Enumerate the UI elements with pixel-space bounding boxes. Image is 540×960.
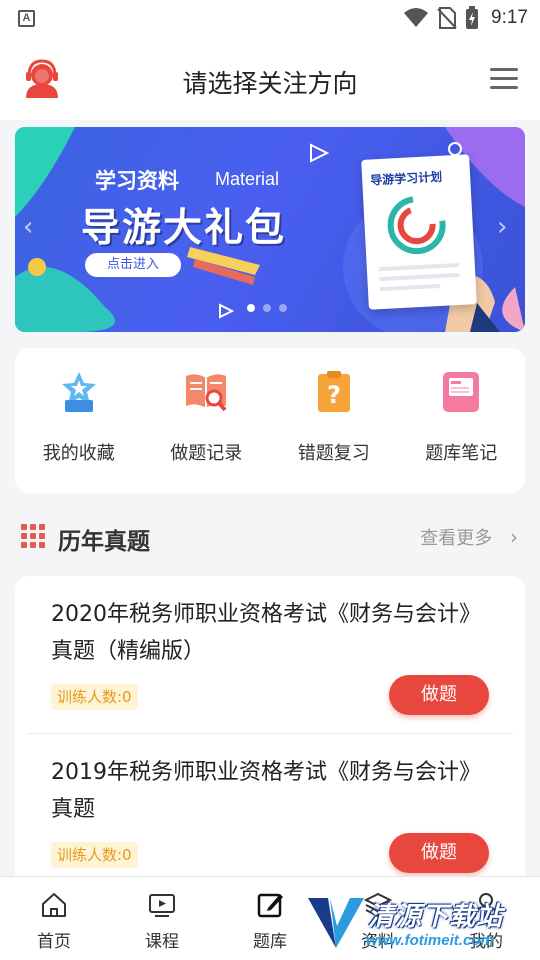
banner-dot[interactable] <box>279 304 287 312</box>
status-bar: A 9:17 <box>0 0 540 36</box>
video-icon <box>149 894 175 917</box>
watermark-url: www.fotimeit.com <box>366 932 494 949</box>
no-sim-icon <box>437 7 457 29</box>
practice-button[interactable]: 做题 <box>389 675 489 715</box>
banner-document-illustration: 导游学习计划 <box>361 154 477 310</box>
battery-charging-icon <box>466 6 479 29</box>
app-notification-icon: A <box>18 10 35 27</box>
tool-mistake-review[interactable]: ? 错题复习 <box>270 348 398 493</box>
view-more-link[interactable]: 查看更多 › <box>420 524 518 550</box>
svg-text:?: ? <box>327 381 341 409</box>
watermark-v-icon <box>308 898 364 948</box>
tool-practice-record[interactable]: 做题记录 <box>143 348 271 493</box>
tool-label: 我的收藏 <box>42 443 115 464</box>
watermark-logo: 清源下载站 www.fotimeit.com <box>306 886 516 958</box>
grid-icon <box>21 524 45 548</box>
tool-label: 错题复习 <box>297 443 370 464</box>
tool-label: 题库笔记 <box>425 443 498 464</box>
edit-icon <box>257 893 283 918</box>
section-header: 历年真题 查看更多 › <box>0 512 540 560</box>
book-search-icon <box>186 374 227 412</box>
question-clipboard-icon: ? <box>317 371 350 412</box>
chevron-right-icon: › <box>510 525 518 549</box>
wifi-icon <box>404 8 429 27</box>
tool-label: 做题记录 <box>170 443 243 464</box>
training-count-badge: 训练人数:0 <box>51 842 138 868</box>
banner-headline: 导游大礼包 <box>81 206 287 251</box>
nav-label: 课程 <box>145 932 179 952</box>
section-title: 历年真题 <box>58 529 150 555</box>
nav-label: 首页 <box>37 932 71 952</box>
banner-pagination <box>247 304 287 312</box>
doc-logo-icon <box>378 196 460 292</box>
status-icons: 9:17 <box>403 6 528 30</box>
watermark-text: 清源下载站 <box>368 902 504 932</box>
nav-item-home[interactable]: 首页 <box>0 877 108 960</box>
paper-title: 2019年税务师职业资格考试《财务与会计》真题 <box>51 760 481 822</box>
notebook-icon <box>443 372 480 412</box>
paper-title: 2020年税务师职业资格考试《财务与会计》真题（精编版） <box>51 602 481 664</box>
banner-next-arrow-icon[interactable]: › <box>497 212 517 242</box>
tool-favorites[interactable]: 我的收藏 <box>15 348 143 493</box>
practice-button[interactable]: 做题 <box>389 833 489 873</box>
promo-banner[interactable]: 学习资料 Material 导游大礼包 点击进入 导游学习计划 ‹ › <box>15 127 525 332</box>
menu-icon[interactable] <box>490 68 518 90</box>
banner-dot[interactable] <box>263 304 271 312</box>
view-more-label: 查看更多 <box>420 528 493 549</box>
paper-list: 2020年税务师职业资格考试《财务与会计》真题（精编版） 训练人数:0 做题 2… <box>15 576 525 896</box>
clock: 9:17 <box>491 7 528 28</box>
home-icon <box>42 893 66 917</box>
banner-dot[interactable] <box>247 304 255 312</box>
app-header: 请选择关注方向 <box>0 36 540 120</box>
list-item[interactable]: 2019年税务师职业资格考试《财务与会计》真题 训练人数:0 做题 <box>15 734 525 892</box>
banner-enter-button[interactable]: 点击进入 <box>85 253 181 277</box>
star-badge-icon <box>61 372 96 412</box>
quick-tools: 我的收藏 做题记录 ? 错题复习 题库笔记 <box>15 348 525 493</box>
page-title[interactable]: 请选择关注方向 <box>0 64 540 100</box>
training-count-badge: 训练人数:0 <box>51 684 138 710</box>
banner-tag: 学习资料 <box>95 169 179 193</box>
nav-item-courses[interactable]: 课程 <box>108 877 216 960</box>
banner-tag-en: Material <box>215 169 280 189</box>
banner-prev-arrow-icon[interactable]: ‹ <box>23 212 43 242</box>
list-item[interactable]: 2020年税务师职业资格考试《财务与会计》真题（精编版） 训练人数:0 做题 <box>15 576 525 734</box>
tool-notes[interactable]: 题库笔记 <box>398 348 526 493</box>
